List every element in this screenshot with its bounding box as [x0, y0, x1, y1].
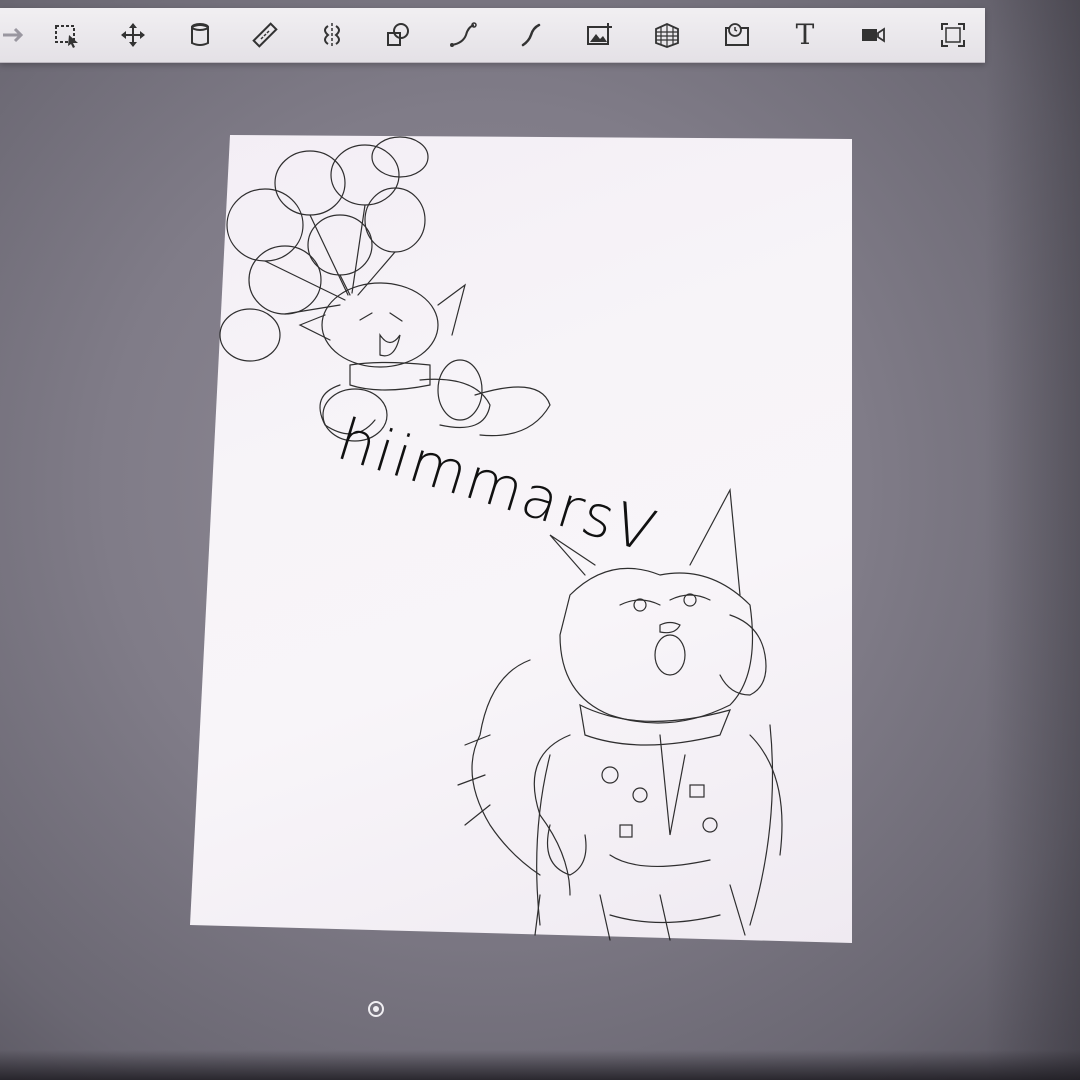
fullscreen-icon[interactable] — [936, 18, 970, 52]
stroke-icon[interactable] — [514, 18, 548, 52]
top-toolbar: T — [0, 8, 985, 63]
move-icon[interactable] — [116, 18, 150, 52]
tablet-screen: T hiimmarsV — [0, 0, 1080, 1080]
sketch-drawing — [219, 136, 783, 941]
arrow-icon[interactable] — [0, 18, 34, 52]
home-indicator-icon[interactable] — [367, 1000, 385, 1018]
shape-icon[interactable] — [381, 18, 415, 52]
ruler-icon[interactable] — [248, 18, 282, 52]
text-icon[interactable]: T — [788, 18, 822, 52]
screen-bezel-bottom — [0, 1050, 1080, 1080]
selection-icon[interactable] — [50, 18, 84, 52]
screen-bezel-right — [985, 0, 1080, 1080]
curve-icon[interactable] — [446, 18, 480, 52]
fill-icon[interactable] — [183, 18, 217, 52]
perspective-grid-icon[interactable] — [650, 18, 684, 52]
symmetry-icon[interactable] — [315, 18, 349, 52]
timelapse-icon[interactable] — [720, 18, 754, 52]
image-import-icon[interactable] — [583, 18, 617, 52]
text-tool-glyph: T — [795, 18, 815, 51]
video-icon[interactable] — [856, 18, 890, 52]
